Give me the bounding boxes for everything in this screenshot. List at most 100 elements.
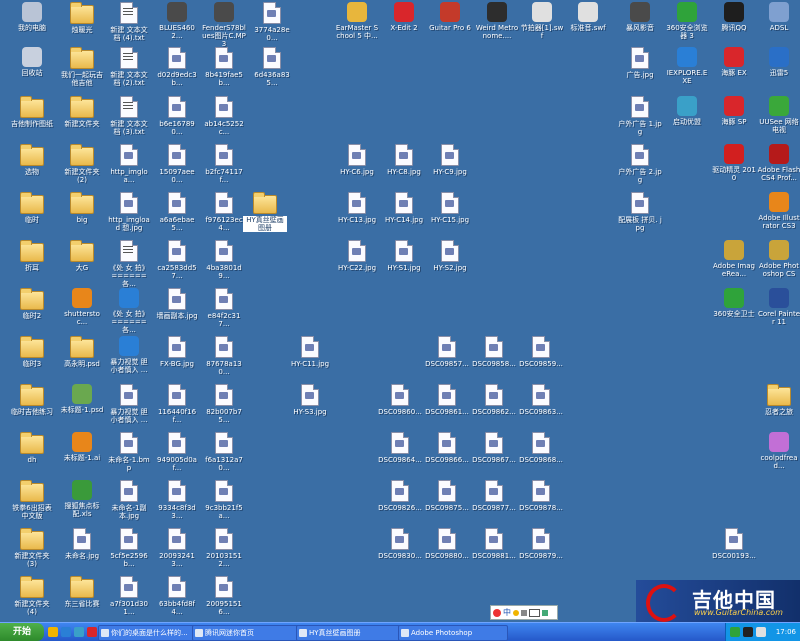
desktop-icon[interactable]: 暴风影音	[618, 2, 662, 32]
taskbar-task-photoshop[interactable]: Adobe Photoshop	[398, 625, 508, 641]
ime-toolbar[interactable]: 中	[490, 605, 558, 620]
desktop-icon[interactable]: 墙画副本.jpg	[155, 288, 199, 320]
desktop-icon[interactable]: 82b007b75...	[202, 384, 246, 424]
desktop-icon[interactable]: HY-S3.jpg	[288, 384, 332, 416]
desktop-icon[interactable]: Adobe Illustrator CS3	[757, 192, 800, 230]
ime-mode-label[interactable]: 中	[503, 607, 511, 618]
desktop-icon[interactable]: IEXPLORE.EXE	[665, 47, 709, 85]
quicklaunch-ie-icon[interactable]	[61, 627, 71, 637]
desktop-icon[interactable]: UUSee 网络电视	[757, 96, 800, 134]
desktop-icon[interactable]: DSC09879...	[519, 528, 563, 560]
desktop-icon[interactable]: 吉他制作图纸	[10, 96, 54, 128]
desktop-icon[interactable]: dh	[10, 432, 54, 464]
desktop-icon[interactable]: DSC09867...	[472, 432, 516, 464]
desktop-icon[interactable]: DSC09875...	[425, 480, 469, 512]
desktop-icon[interactable]: 驱动精灵 2010	[712, 144, 756, 182]
desktop-icon[interactable]: b6e167890...	[155, 96, 199, 136]
desktop-icon[interactable]: Adobe ImageRea...	[712, 240, 756, 278]
desktop-icon[interactable]: DSC09861...	[425, 384, 469, 416]
desktop-icon[interactable]: http_imgloa...	[107, 144, 151, 184]
desktop-icon[interactable]: 节拍器[1].swf	[520, 2, 564, 40]
tray-network-icon[interactable]	[756, 627, 766, 637]
desktop-icon[interactable]: 未命名-1.bmp	[107, 432, 151, 472]
tray-qq-icon[interactable]	[743, 627, 753, 637]
desktop-icon[interactable]: 临时2	[10, 288, 54, 320]
desktop-icon[interactable]: 忍者之旅	[757, 384, 800, 416]
ime-logo-icon[interactable]	[493, 608, 501, 617]
desktop-icon[interactable]: HY-C14.jpg	[382, 192, 426, 224]
start-button[interactable]: 开始	[0, 623, 44, 641]
desktop-icon[interactable]: 新建文件夹 (4)	[10, 576, 54, 616]
desktop-icon[interactable]: 新建 文本文档 (3).txt	[107, 96, 151, 136]
desktop-icon[interactable]: DSC09863...	[519, 384, 563, 416]
desktop-icon[interactable]: 配展板 拼贝. jpg	[618, 192, 662, 232]
desktop-icon[interactable]: ADSL	[757, 2, 800, 32]
desktop-icon[interactable]: 未命名-1副本.jpg	[107, 480, 151, 520]
desktop-icon[interactable]: a7f301d301...	[107, 576, 151, 616]
tray-360-icon[interactable]	[730, 627, 740, 637]
desktop-icon[interactable]: http_imgload 想.jpg	[107, 192, 151, 232]
desktop-icon[interactable]: 200951516...	[202, 576, 246, 616]
desktop-icon[interactable]: 启动优盟	[665, 96, 709, 126]
desktop-icon[interactable]: 8b419fae5b...	[202, 47, 246, 87]
desktop-icon[interactable]: 临时吉他练习	[10, 384, 54, 416]
desktop-icon[interactable]: 大G	[60, 240, 104, 272]
desktop-icon[interactable]: 临时3	[10, 336, 54, 368]
desktop-icon[interactable]: 9c3bb21f5a...	[202, 480, 246, 520]
desktop-icon[interactable]: DSC09877...	[472, 480, 516, 512]
desktop-icon[interactable]: DSC09866...	[425, 432, 469, 464]
desktop-icon[interactable]: DSC09864...	[378, 432, 422, 464]
desktop-icon[interactable]: 《处 女 拍》======各...	[107, 288, 151, 334]
desktop-icon[interactable]: Guitar Pro 6	[428, 2, 472, 32]
desktop-icon[interactable]: 360安全浏览器 3	[665, 2, 709, 40]
desktop-icon[interactable]: Adobe Photoshop CS	[757, 240, 800, 278]
desktop-icon[interactable]: 户外广告 2.jpg	[618, 144, 662, 184]
desktop-icon[interactable]: DSC09826...	[378, 480, 422, 512]
desktop-icon[interactable]: HY-S2.jpg	[428, 240, 472, 272]
desktop-icon[interactable]: HY真丝壁画图册	[243, 192, 287, 232]
desktop-icon[interactable]: 未命名.jpg	[60, 528, 104, 560]
desktop-icon[interactable]: 折耳	[10, 240, 54, 272]
desktop-icon[interactable]: 201031512...	[202, 528, 246, 568]
desktop-icon[interactable]: e84f2c317...	[202, 288, 246, 328]
desktop-icon[interactable]: 200932413...	[155, 528, 199, 568]
desktop-icon[interactable]: 新建 文本文档 (4).txt	[107, 2, 151, 42]
desktop-icon[interactable]: 未标题-1.ai	[60, 432, 104, 462]
desktop-icon[interactable]: Adobe Flash CS4 Prof...	[757, 144, 800, 182]
desktop-icon[interactable]: Weird Metronome....	[475, 2, 519, 40]
quicklaunch-app-icon[interactable]	[87, 627, 97, 637]
desktop-icon[interactable]: 未标题-1.psd	[60, 384, 104, 414]
desktop-icon[interactable]: f6a1312a70...	[202, 432, 246, 472]
desktop-icon[interactable]: HY-C13.jpg	[335, 192, 379, 224]
desktop-icon[interactable]: DSC09880...	[425, 528, 469, 560]
desktop-icon[interactable]: 新建 文本文档 (2).txt	[107, 47, 151, 87]
desktop-icon[interactable]: 新建文件夹	[60, 96, 104, 128]
desktop-icon[interactable]: 户外广告 1.jpg	[618, 96, 662, 136]
desktop-icon[interactable]: DSC09881...	[472, 528, 516, 560]
desktop-icon[interactable]: DSC09878...	[519, 480, 563, 512]
desktop-icon[interactable]: 暴力视觉 胆小者慎入 ...	[107, 336, 151, 374]
taskbar-task-qq-home[interactable]: 腾讯网迷你首页	[192, 625, 304, 641]
desktop-icon[interactable]: 海豚 EX	[712, 47, 756, 77]
taskbar-task-desktop-thread[interactable]: 你们的桌面是什么样的...	[98, 625, 200, 641]
taskbar-clock[interactable]: 17:06	[776, 623, 796, 641]
desktop-icon[interactable]: 烛暖光	[60, 2, 104, 34]
desktop-icon[interactable]: 迅雷5	[757, 47, 800, 77]
desktop-icon[interactable]: d02d9edc3b...	[155, 47, 199, 87]
desktop-icon[interactable]: HY-C6.jpg	[335, 144, 379, 176]
desktop-icon[interactable]: HY-C8.jpg	[382, 144, 426, 176]
desktop-icon[interactable]: 9334c8f3d3...	[155, 480, 199, 520]
desktop-icon[interactable]: 《处 女 拍》======各...	[107, 240, 151, 288]
desktop-icon[interactable]: a6a6ebae5...	[155, 192, 199, 232]
desktop-icon[interactable]: HY-C11.jpg	[288, 336, 332, 368]
desktop-icon[interactable]: 标准音.swf	[566, 2, 610, 32]
desktop-icon[interactable]: DSC09860...	[378, 384, 422, 416]
desktop-icon[interactable]: 949005d0af...	[155, 432, 199, 472]
ime-moon-icon[interactable]	[513, 609, 519, 616]
desktop-icon[interactable]: DSC09857...	[425, 336, 469, 368]
desktop-icon[interactable]: 新建文件夹 (2)	[60, 144, 104, 184]
taskbar-task-folder[interactable]: HY真丝壁画图册	[296, 625, 406, 641]
desktop-icon[interactable]: 5cf5e2596b...	[107, 528, 151, 568]
desktop-icon[interactable]: HY-S1.jpg	[382, 240, 426, 272]
desktop[interactable]: 我的电脑 烛暖光 新建 文本文档 (4).txt BLUES4602... Fender…	[0, 0, 800, 622]
